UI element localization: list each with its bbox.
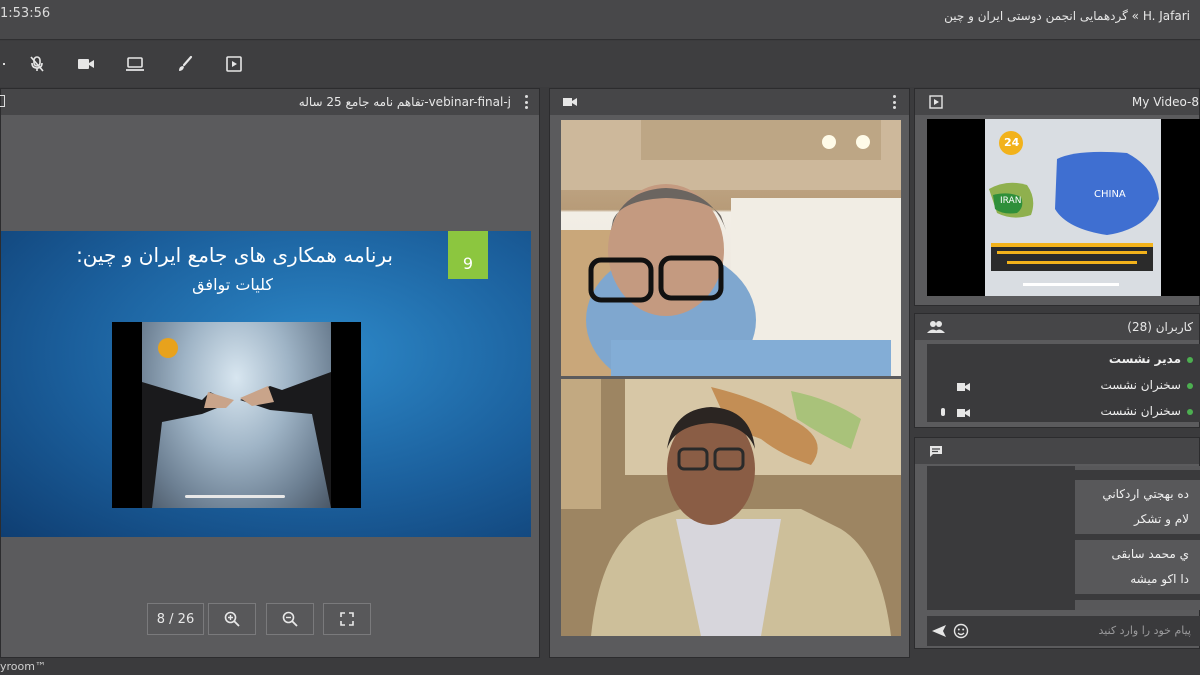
chat-icon [930,446,942,457]
users-icon [927,321,945,333]
chat-bubble-prev [1075,466,1200,470]
send-icon[interactable] [931,624,947,638]
video-panel-header [550,89,909,115]
map-logo-text: 24 [1004,136,1020,149]
map-label-iran: IRAN [1000,196,1022,206]
participant-1-feed [561,120,901,376]
chevron-icon[interactable] [0,51,26,77]
chat-panel: ده بهجتي اردكاني لام و تشكر ي محمد سابقى… [914,437,1200,649]
chat-sender: ي محمد سابقى [1111,547,1189,561]
slide-embedded-video[interactable] [112,322,361,508]
media-play-icon [929,95,943,109]
presentation-panel: تفاهم نامه جامع 25 ساله-vebinar-final-j … [0,88,540,658]
chat-input-placeholder: پیام خود را وارد کنید [1098,624,1191,637]
camera-icon [563,98,577,106]
camera-icon [957,383,970,391]
user-role-label: سخنران نشست [1100,404,1181,418]
presentation-menu-icon[interactable] [523,95,529,109]
my-video-panel: My Video-8 CHINA IRAN 24 [914,88,1200,306]
video-scrubber[interactable] [185,495,285,498]
chat-text: دا اكو ميشه [1130,572,1189,586]
users-list: مدیر نشست سخنران نشست سخنران نشست [927,344,1200,422]
mic-icon [941,408,945,416]
fullscreen-button[interactable] [323,603,371,635]
page-indicator: 8 / 26 [147,603,204,635]
emoji-icon[interactable] [953,623,969,639]
chat-message: ده بهجتي اردكاني لام و تشكر [1075,480,1200,534]
participant-video-2[interactable] [561,379,901,636]
user-role-label: سخنران نشست [1100,378,1181,392]
presence-dot [1187,409,1193,415]
chat-input[interactable]: پیام خود را وارد کنید [927,616,1200,646]
users-count-title: کاربران (28) [1127,320,1193,334]
presence-dot [1187,383,1193,389]
users-panel: کاربران (28) مدیر نشست سخنران نشست سخنرا… [914,313,1200,428]
camera-icon[interactable] [73,51,99,77]
users-header: کاربران (28) [915,314,1199,340]
brush-icon[interactable] [172,51,198,77]
screen-share-icon[interactable] [122,51,148,77]
user-role-label: مدیر نشست [1108,352,1181,366]
user-row-3[interactable]: سخنران نشست [1100,404,1193,418]
mic-off-icon[interactable] [24,51,50,77]
toolbar [0,41,1200,87]
chat-messages: ده بهجتي اردكاني لام و تشكر ي محمد سابقى… [927,466,1200,610]
footer-brand: yroom™ [0,660,46,673]
camera-icon [957,409,970,417]
media-play-icon[interactable] [221,51,247,77]
presentation-slide: برنامه همکاری های جامع ایران و چین: کلیا… [1,231,531,537]
presentation-file-title: تفاهم نامه جامع 25 ساله-vebinar-final-j [298,95,511,109]
participant-2-feed [561,379,901,636]
chat-text: لام و تشكر [1134,512,1189,526]
zoom-out-button[interactable] [266,603,314,635]
app-window: 1:53:56 H. Jafari » گردهمایی انجمن دوستی… [0,0,1200,675]
user-row-1[interactable]: مدیر نشست [1109,352,1193,366]
top-bar: 1:53:56 H. Jafari » گردهمایی انجمن دوستی… [0,0,1200,40]
my-video-header: My Video-8 [915,89,1199,115]
zoom-in-icon [224,611,240,627]
map-video-frame [985,119,1161,296]
video-logo-icon [158,338,178,358]
chat-sender: ده بهجتي اردكاني [1102,487,1189,501]
session-clock: 1:53:56 [0,6,51,21]
presentation-header: تفاهم نامه جامع 25 ساله-vebinar-final-j [0,89,539,115]
user-row-2[interactable]: سخنران نشست [1100,378,1193,392]
zoom-in-button[interactable] [208,603,256,635]
chat-header [915,438,1199,464]
panel-icon [0,95,5,107]
chat-message: ي محمد سابقى دا اكو ميشه [1075,540,1200,594]
chat-bubble-next [1075,600,1200,610]
room-title: H. Jafari » گردهمایی انجمن دوستی ایران و… [944,9,1190,23]
fullscreen-icon [340,612,354,626]
presence-dot [1187,357,1193,363]
video-panel-menu-icon[interactable] [891,95,897,109]
slide-number-badge: 9 [448,231,488,279]
participant-video-1[interactable] [561,120,901,376]
slide-title: برنامه همکاری های جامع ایران و چین: [76,243,393,267]
video-panel [549,88,910,658]
my-video-title: My Video-8 [1131,95,1199,109]
map-label-china: CHINA [1094,189,1126,200]
slide-subtitle: کلیات توافق [192,275,273,294]
my-video-feed[interactable]: CHINA IRAN 24 [927,119,1200,296]
zoom-out-icon [282,611,298,627]
